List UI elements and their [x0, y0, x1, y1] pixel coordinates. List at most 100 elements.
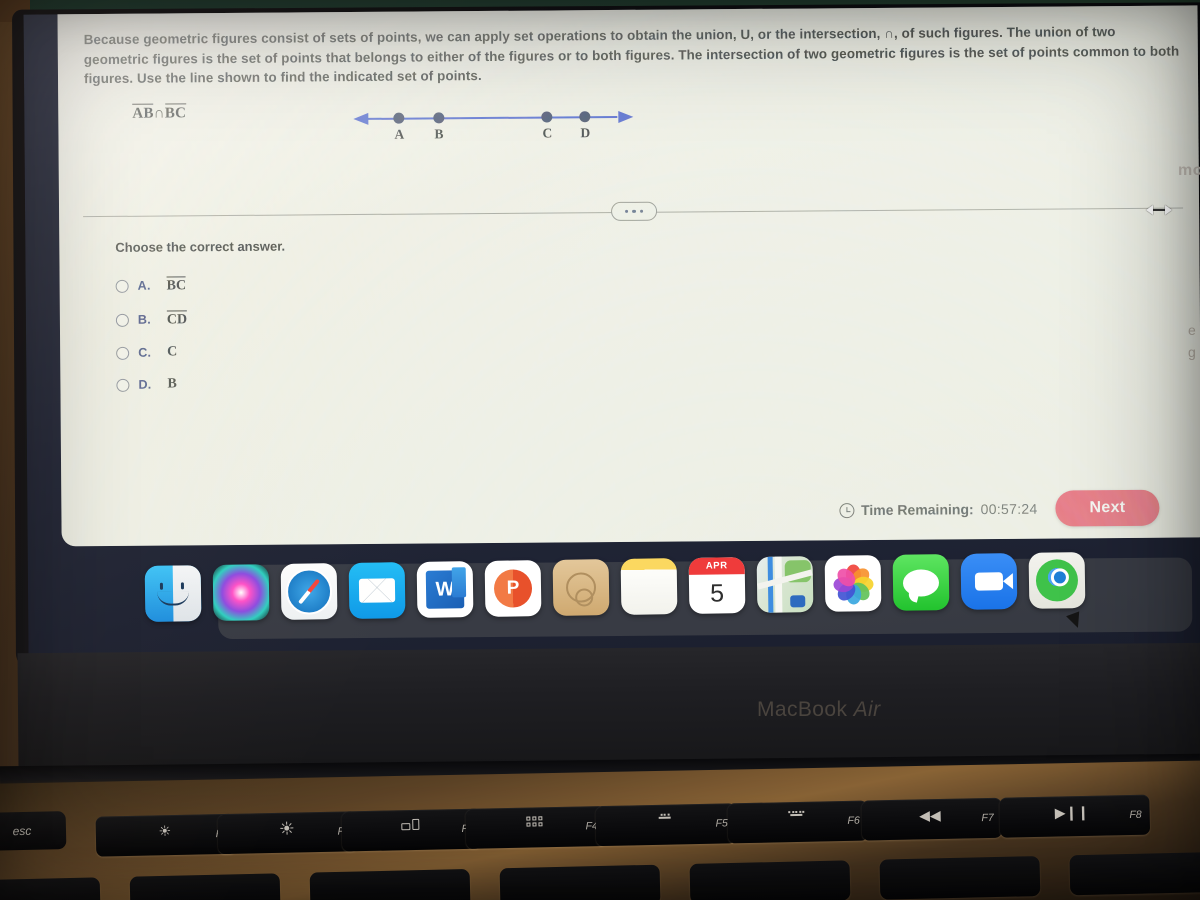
dock-icon-mail[interactable] — [348, 562, 406, 619]
answer-option-d[interactable]: D. B — [116, 376, 286, 393]
macbook-air-branding: MacBook Air — [757, 698, 880, 722]
brand-primary: MacBook — [757, 698, 848, 721]
dock-icon-photos[interactable] — [824, 555, 882, 612]
time-remaining-group: Time Remaining: 00:57:24 — [839, 501, 1038, 519]
point-label-a: A — [394, 126, 405, 142]
background-text-right-top: mo — [1178, 162, 1200, 179]
contacts-person-icon — [565, 572, 597, 603]
ellipsis-dot-icon — [624, 209, 629, 214]
brand-secondary: Air — [853, 698, 881, 721]
dock-icon-contacts[interactable] — [552, 559, 610, 616]
background-text-right-low: g — [1188, 344, 1196, 360]
key-row2-6[interactable] — [879, 856, 1041, 900]
option-letter-b: B. — [137, 312, 151, 327]
time-remaining-value: 00:57:24 — [980, 500, 1038, 518]
photographed-laptop-scene: Because geometric figures consist of set… — [0, 0, 1200, 900]
zoom-camera-icon — [974, 572, 1004, 591]
key-f1[interactable]: F1 — [95, 813, 237, 857]
clock-icon — [839, 502, 855, 518]
dock-icon-calendar[interactable]: APR 5 — [688, 557, 746, 614]
resize-arrow-left-icon — [1146, 205, 1153, 215]
arrow-right-icon — [618, 110, 634, 123]
option-letter-a: A. — [137, 278, 151, 293]
radio-button-d[interactable] — [116, 378, 130, 392]
dock-icon-finder[interactable] — [144, 565, 202, 622]
choose-prompt: Choose the correct answer. — [115, 238, 286, 255]
resize-arrow-right-icon — [1165, 205, 1172, 215]
key-row2-5[interactable] — [689, 860, 851, 900]
laptop-lower-bezel — [17, 642, 1200, 772]
option-letter-d: D. — [138, 377, 152, 392]
radio-button-c[interactable] — [116, 346, 130, 360]
answer-option-b[interactable]: B. CD — [115, 310, 286, 329]
laptop-screen: Because geometric figures consist of set… — [23, 5, 1200, 655]
find-my-radar-icon — [1035, 559, 1079, 602]
dock-icon-word[interactable]: W — [416, 561, 474, 618]
key-f3[interactable]: F3 — [341, 808, 483, 852]
powerpoint-letter-icon: P — [493, 569, 533, 608]
separator-expand-button[interactable] — [610, 201, 658, 222]
finder-eye-icon — [180, 582, 185, 590]
answer-option-c[interactable]: C. C — [116, 344, 286, 361]
number-line-figure: A B C D — [351, 101, 634, 147]
point-label-c: C — [542, 124, 553, 141]
key-f5[interactable]: F5 — [595, 803, 737, 847]
mail-envelope-icon — [358, 578, 396, 603]
radio-button-b[interactable] — [115, 313, 129, 327]
key-f4[interactable]: F4 — [465, 805, 607, 849]
key-label-f5: F5 — [715, 817, 728, 830]
calendar-month-label: APR — [688, 557, 745, 575]
key-f6[interactable]: F6 — [727, 800, 869, 844]
dock-icon-zoom[interactable] — [960, 553, 1018, 610]
key-f7[interactable]: ◀◀ F7 — [861, 797, 1003, 841]
expression-operator: ∩ — [153, 105, 165, 122]
ellipsis-dot-icon — [639, 209, 644, 213]
expression-first-segment: AB — [132, 103, 154, 122]
quiz-footer-bar: Time Remaining: 00:57:24 Next — [61, 477, 1200, 546]
ellipsis-dot-icon — [632, 209, 636, 214]
dock-icon-siri[interactable] — [212, 564, 270, 621]
calendar-day-label: 5 — [709, 579, 725, 608]
option-value-c: C — [167, 344, 178, 360]
option-value-d: B — [167, 376, 177, 392]
brightness-down-icon — [158, 824, 171, 839]
arrow-left-icon — [353, 112, 369, 125]
dock-icon-find-my[interactable] — [1028, 552, 1086, 609]
option-value-a: BC — [166, 276, 187, 295]
option-value-b: CD — [166, 310, 188, 329]
key-row2-7[interactable] — [1069, 851, 1200, 896]
dock-icon-messages[interactable] — [892, 554, 950, 611]
play-pause-icon: ▶❙❙ — [1054, 803, 1090, 821]
dock-icon-powerpoint[interactable]: P — [484, 560, 542, 617]
expression-second-segment: BC — [164, 102, 187, 122]
quiz-content-panel: Because geometric figures consist of set… — [57, 5, 1200, 547]
messages-bubble-icon — [902, 568, 940, 597]
key-f2[interactable]: F2 — [217, 811, 359, 855]
key-row2-3[interactable] — [309, 868, 471, 900]
option-letter-c: C. — [138, 345, 152, 360]
question-paragraph: Because geometric figures consist of set… — [83, 24, 1180, 87]
key-row2-4[interactable] — [499, 864, 661, 900]
radio-button-a[interactable] — [115, 279, 129, 293]
answer-option-a[interactable]: A. BC — [115, 276, 286, 295]
photos-flower-icon — [832, 562, 875, 605]
key-row2-1[interactable] — [0, 877, 101, 900]
keyboard-backlight-down-icon — [658, 813, 671, 819]
set-expression: AB∩BC — [132, 102, 187, 122]
dock-icon-notes[interactable] — [620, 558, 678, 615]
mission-control-icon — [401, 818, 420, 831]
point-marker-a — [393, 112, 405, 124]
dock-icon-maps[interactable] — [756, 556, 814, 613]
next-button[interactable]: Next — [1055, 489, 1160, 527]
key-f8[interactable]: ▶❙❙ F8 — [999, 794, 1151, 838]
rewind-icon: ◀◀ — [918, 806, 941, 824]
key-row2-2[interactable] — [129, 873, 281, 900]
background-text-right-mid: e — [1188, 322, 1196, 338]
word-letter-icon: W — [425, 570, 465, 609]
horizontal-resize-cursor — [1146, 203, 1172, 217]
dock-icon-safari[interactable] — [280, 563, 338, 620]
point-label-d: D — [580, 124, 591, 140]
launchpad-icon — [526, 816, 543, 827]
key-label-f8: F8 — [1129, 808, 1142, 822]
point-label-b: B — [434, 125, 444, 141]
